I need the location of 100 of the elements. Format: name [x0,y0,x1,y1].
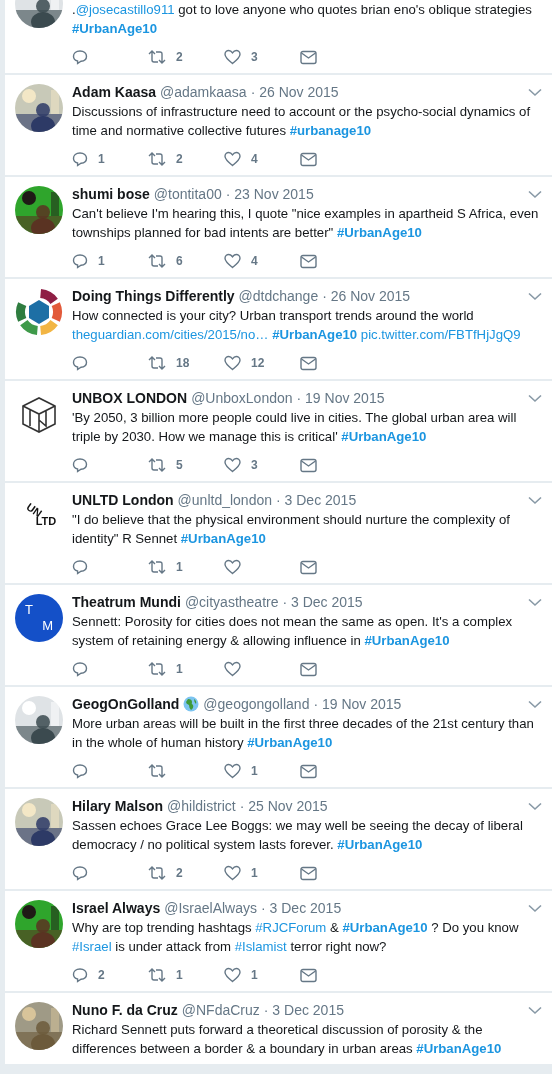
mail-icon [300,457,317,473]
hashtag-link[interactable]: #UrbanAge10 [342,920,428,935]
hashtag-link[interactable]: #UrbanAge10 [247,735,333,750]
author-handle: @tontita00 [153,186,222,202]
retweet-icon [148,763,166,779]
author-handle: @geogongolland [203,696,310,712]
reply-icon [72,49,88,65]
author-name[interactable]: shumi bose [72,186,150,202]
author-handle: @hildistrict [167,798,236,814]
chevron-down-icon[interactable] [528,291,542,301]
hashtag-link[interactable]: #urbanage10 [289,123,372,138]
link[interactable]: pic.twitter.com/FBTfHjJgQ9 [360,327,521,342]
author-name[interactable]: Doing Things Differently [72,288,235,304]
mail-icon [300,559,317,575]
retweet-button[interactable]: 6 [148,253,224,269]
retweet-icon [148,253,166,269]
like-button[interactable]: 1 [224,763,300,779]
tweet-date: · 3 Dec 2015 [263,1002,344,1018]
author-name[interactable]: GeogOnGolland [72,696,180,712]
link[interactable]: #Israel [72,939,112,954]
author-name[interactable]: Nuno F. da Cruz [72,1002,178,1018]
like-button[interactable]: 3 [224,49,300,65]
heart-icon [224,253,241,269]
retweet-button[interactable]: 2 [148,49,224,65]
link[interactable]: #Islamist [234,939,287,954]
hashtag-link[interactable]: #UrbanAge10 [341,429,427,444]
tweet-date: · 25 Nov 2015 [239,798,328,814]
retweet-icon [148,865,166,881]
hashtag-link[interactable]: #UrbanAge10 [272,327,358,342]
tweet-text: "I do believe that the physical environment should nurture the complexity of identity" R Sennet #UrbanAge10 [72,511,511,548]
author-handle: @dtdchange [238,288,319,304]
reply-button[interactable]: 2 [72,967,148,983]
mail-icon [300,49,317,65]
chevron-down-icon[interactable] [528,903,542,913]
retweet-button[interactable]: 18 [148,355,224,371]
reply-icon [72,457,88,473]
author-name[interactable]: UNBOX LONDON [72,390,188,406]
heart-icon [224,763,241,779]
like-button[interactable]: 1 [224,967,300,983]
chevron-down-icon[interactable] [528,597,542,607]
like-button[interactable]: 4 [224,151,300,167]
retweet-button[interactable]: 1 [148,967,224,983]
heart-icon [224,49,241,65]
link[interactable]: #RJCForum [255,920,327,935]
retweet-icon [148,661,166,677]
mail-icon [300,865,317,881]
hashtag-link[interactable]: #UrbanAge10 [337,837,423,852]
tweet-text: 'By 2050, 3 billion more people could live in cities. The global urban area will triple by 2030. How we manage this is critical' #UrbanAge10 [72,409,518,446]
retweet-button[interactable]: 2 [148,865,224,881]
link[interactable]: theguardian.com/cities/2015/no… [72,327,269,342]
reply-icon [72,967,88,983]
retweet-button[interactable]: 1 [148,661,224,677]
chevron-down-icon[interactable] [528,393,542,403]
chevron-down-icon[interactable] [528,87,542,97]
logo: UN LTD [23,499,58,529]
heart-icon [224,865,241,881]
hashtag-link[interactable]: #UrbanAge10 [364,633,450,648]
author-name[interactable]: Theatrum Mundi [72,594,181,610]
logo-icon [15,288,63,336]
chevron-down-icon[interactable] [528,1005,542,1015]
like-button[interactable]: 3 [224,457,300,473]
retweet-button[interactable]: 2 [148,151,224,167]
reply-icon [72,661,88,677]
author-handle: @IsraelAlways [164,900,257,916]
tweet-text: Richard Sennett puts forward a theoretical discussion of porosity & the differences between a border & a boundary in urban areas #UrbanAge10 [72,1021,503,1058]
like-button[interactable]: 1 [224,865,300,881]
chevron-down-icon[interactable] [528,495,542,505]
heart-icon [224,457,241,473]
tweet-text: More urban areas will be built in the first three decades of the 21st century than in the whole of human history #UrbanAge10 [72,715,535,752]
like-button[interactable]: 12 [224,355,300,371]
like-button[interactable]: 4 [224,253,300,269]
initials-avatar: T M [15,594,63,642]
author-handle: @unltd_london [177,492,272,508]
hashtag-link[interactable]: #UrbanAge10 [180,531,266,546]
author-handle: @UnboxLondon [191,390,293,406]
tweet-date: · 26 Nov 2015 [250,84,339,100]
retweet-button[interactable]: 1 [148,559,224,575]
hashtag-link[interactable]: #UrbanAge10 [416,1041,502,1056]
mail-icon [300,967,317,983]
reply-button[interactable]: 1 [72,151,148,167]
tweet-text: Discussions of infrastructure need to account or the psycho-social dynamics of time and normative collective futures #urbanage10 [72,103,532,140]
author-name[interactable]: Hilary Malson [72,798,164,814]
hashtag-link[interactable]: #UrbanAge10 [336,225,422,240]
reply-icon [72,763,88,779]
chevron-down-icon[interactable] [528,189,542,199]
hashtag-link[interactable]: #UrbanAge10 [72,21,158,36]
reply-button[interactable]: 1 [72,253,148,269]
heart-icon [224,151,241,167]
retweet-button[interactable]: 5 [148,457,224,473]
chevron-down-icon[interactable] [528,699,542,709]
reply-icon [72,559,88,575]
author-name[interactable]: Adam Kaasa [72,84,157,100]
heart-icon [224,967,241,983]
author-name[interactable]: Israel Always [72,900,161,916]
mail-icon [300,355,317,371]
retweet-icon [148,355,166,371]
chevron-down-icon[interactable] [528,801,542,811]
author-name[interactable]: UNLTD London [72,492,174,508]
heart-icon [224,559,241,575]
mail-icon [300,763,317,779]
